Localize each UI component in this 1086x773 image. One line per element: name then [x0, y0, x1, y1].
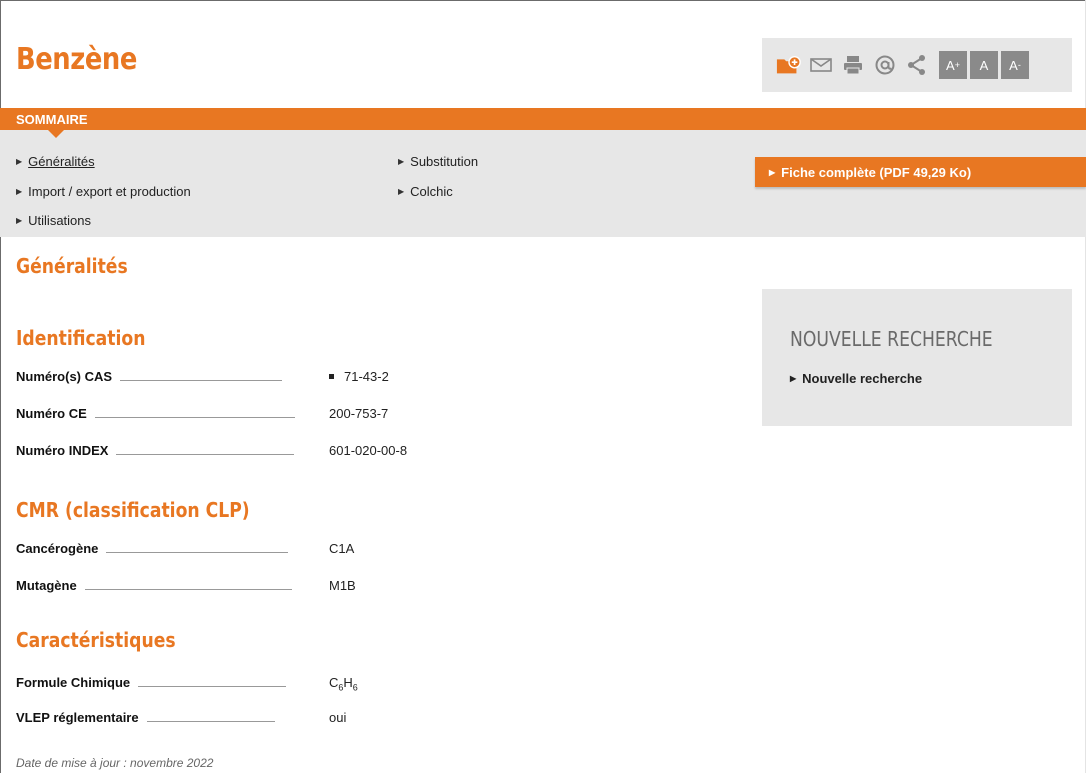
- section-title-generalites: Généralités: [16, 254, 128, 278]
- summary-link-label: Substitution: [410, 154, 479, 169]
- pdf-download-button[interactable]: ▶ Fiche complète (PDF 49,29 Ko): [755, 157, 1086, 187]
- dotted-leader: [120, 380, 283, 381]
- font-increase-button[interactable]: A +: [939, 51, 967, 79]
- share-icon[interactable]: [904, 52, 930, 78]
- triangle-right-icon: ▶: [769, 167, 776, 177]
- row-formule: Formule Chimique: [16, 675, 287, 690]
- summary-link-utilisations[interactable]: ▶ Utilisations: [16, 213, 91, 228]
- row-label: Formule Chimique: [16, 675, 131, 690]
- dotted-leader: [84, 589, 292, 590]
- dotted-leader: [116, 454, 295, 455]
- pdf-download-label: Fiche complète (PDF 49,29 Ko): [781, 164, 972, 180]
- mutagene-value: M1B: [329, 578, 356, 593]
- dotted-leader: [146, 721, 275, 722]
- summary-link-generalites[interactable]: ▶ Généralités: [16, 154, 95, 169]
- summary-link-label: Généralités: [28, 154, 95, 169]
- formule-value: C6H6: [329, 675, 358, 693]
- row-cas: Numéro(s) CAS: [16, 369, 283, 384]
- index-value: 601-020-00-8: [329, 443, 408, 458]
- value-text: 71-43-2: [344, 369, 389, 384]
- summary-link-colchic[interactable]: ▶ Colchic: [398, 184, 453, 199]
- row-label: VLEP réglementaire: [16, 710, 139, 725]
- dotted-leader: [138, 686, 287, 687]
- row-label: Numéro CE: [16, 406, 87, 421]
- section-title-caracteristiques: Caractéristiques: [16, 628, 176, 652]
- page-title: Benzène: [16, 42, 137, 77]
- formula-part: C: [329, 675, 339, 690]
- font-reset-button[interactable]: A: [970, 51, 998, 79]
- summary-link-label: Utilisations: [28, 213, 92, 228]
- row-label: Mutagène: [16, 578, 77, 593]
- triangle-right-icon: ▶: [790, 374, 797, 383]
- formula-part: H: [343, 675, 353, 690]
- triangle-right-icon: ▶: [16, 216, 23, 225]
- dotted-leader: [94, 417, 295, 418]
- summary-link-label: Import / export et production: [28, 184, 191, 199]
- row-cancerogene: Cancérogène: [16, 541, 289, 556]
- section-title-identification: Identification: [16, 326, 146, 350]
- bullet-icon: [329, 374, 334, 380]
- share-toolbar: A + A A-: [762, 38, 1072, 92]
- triangle-right-icon: ▶: [398, 187, 405, 196]
- summary-link-label: Colchic: [410, 184, 453, 199]
- new-search-title: NOUVELLE RECHERCHE: [790, 327, 993, 351]
- new-search-link[interactable]: ▶ Nouvelle recherche: [790, 371, 922, 386]
- ce-value: 200-753-7: [329, 406, 389, 421]
- formula-subscript: 6: [352, 682, 358, 693]
- summary-link-substitution[interactable]: ▶ Substitution: [398, 154, 478, 169]
- row-label: Numéro(s) CAS: [16, 369, 113, 384]
- font-decrease-label: A: [1009, 57, 1018, 73]
- row-index: Numéro INDEX: [16, 443, 295, 458]
- summary-label: SOMMAIRE: [16, 112, 88, 127]
- summary-link-import-export[interactable]: ▶ Import / export et production: [16, 184, 191, 199]
- new-search-link-label: Nouvelle recherche: [802, 371, 923, 386]
- row-vlep: VLEP réglementaire: [16, 710, 275, 725]
- triangle-right-icon: ▶: [16, 157, 23, 166]
- new-search-box: NOUVELLE RECHERCHE ▶ Nouvelle recherche: [762, 289, 1072, 426]
- triangle-right-icon: ▶: [16, 187, 23, 196]
- cas-value: 71-43-2: [329, 369, 389, 384]
- dotted-leader: [106, 552, 289, 553]
- window-top-border: [0, 0, 1086, 1]
- folder-add-icon[interactable]: [776, 52, 802, 78]
- font-reset-label: A: [979, 57, 989, 73]
- row-label: Cancérogène: [16, 541, 99, 556]
- cancerogene-value: C1A: [329, 541, 355, 556]
- font-increase-label: A: [946, 57, 955, 73]
- summary-header: SOMMAIRE: [0, 108, 1086, 130]
- row-ce: Numéro CE: [16, 406, 295, 421]
- summary-notch: [48, 130, 64, 138]
- last-updated: Date de mise à jour : novembre 2022: [16, 756, 214, 770]
- section-title-cmr: CMR (classification CLP): [16, 498, 250, 522]
- row-mutagene: Mutagène: [16, 578, 292, 593]
- row-label: Numéro INDEX: [16, 443, 109, 458]
- triangle-right-icon: ▶: [398, 157, 405, 166]
- mail-icon[interactable]: [808, 52, 834, 78]
- print-icon[interactable]: [840, 52, 866, 78]
- at-icon[interactable]: [872, 52, 898, 78]
- vlep-value: oui: [329, 710, 347, 725]
- font-decrease-button[interactable]: A-: [1001, 51, 1029, 79]
